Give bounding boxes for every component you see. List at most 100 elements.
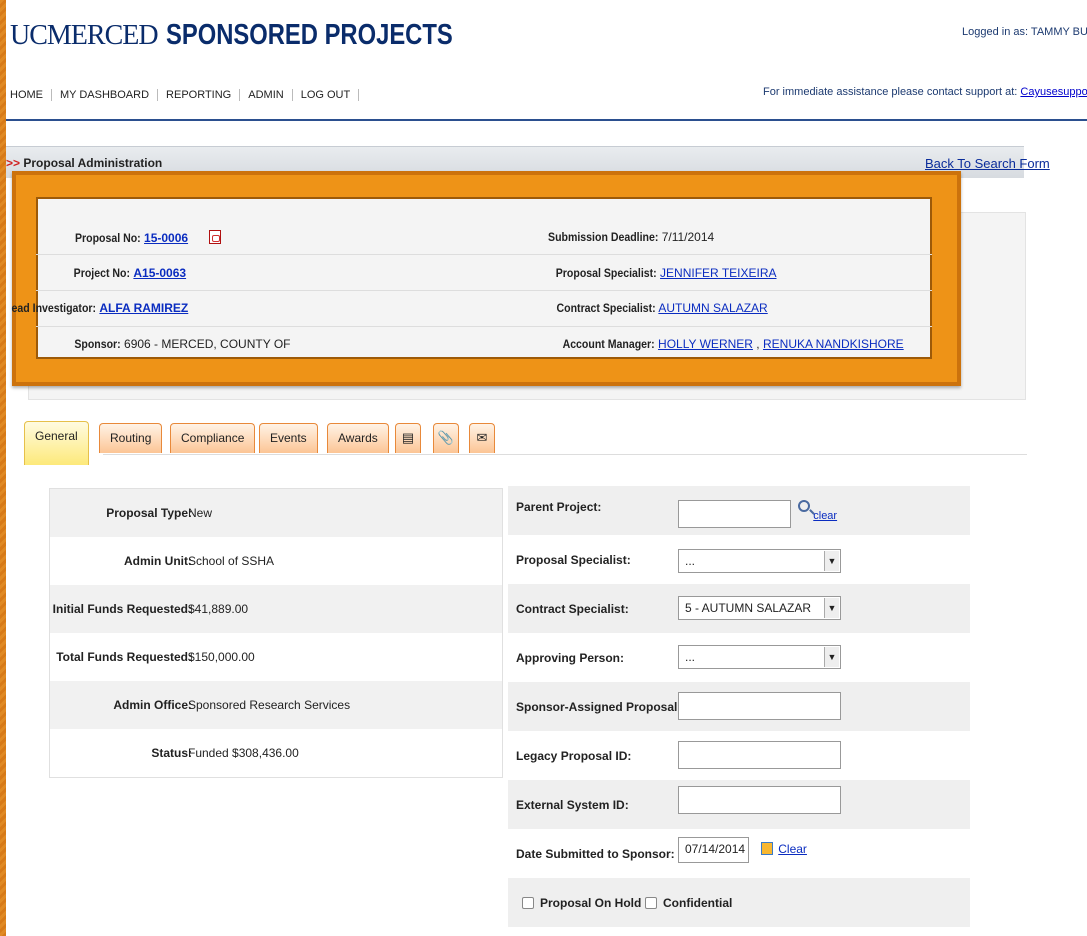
nav-reporting[interactable]: REPORTING (158, 89, 241, 101)
date-submitted-input[interactable]: 07/14/2014 (678, 837, 749, 863)
sponsor-assigned-label: Sponsor-Assigned Proposal No: (516, 700, 701, 714)
info-label: Initial Funds Requested: (52, 602, 192, 616)
contract-specialist-link[interactable]: AUTUMN SALAZAR (658, 301, 767, 315)
header-divider (6, 119, 1087, 121)
deadline-field: Submission Deadline: 7/11/2014 (533, 230, 714, 244)
sponsor-value: 6906 - MERCED, COUNTY OF (124, 337, 291, 351)
form-row: Proposal Specialist: ... ▼ (508, 535, 970, 584)
sponsor-assigned-cell (678, 692, 841, 720)
support-text: For immediate assistance please contact … (763, 86, 1018, 98)
info-label: Proposal Type: (106, 506, 192, 520)
form-row: External System ID: (508, 780, 970, 829)
project-no-link[interactable]: A15-0063 (133, 266, 186, 280)
chevron-right-icon: >> (6, 156, 21, 170)
external-id-input[interactable] (678, 786, 841, 814)
select-value: 5 - AUTUMN SALAZAR (685, 601, 812, 615)
confidential-label: Confidential (663, 896, 733, 910)
account-manager-field: Account Manager: HOLLY WERNER , RENUKA N… (550, 337, 904, 351)
sponsor-label: Sponsor: (74, 337, 121, 351)
proposal-no-label: Proposal No: (74, 231, 141, 245)
form-row: Proposal On Hold Confidential (508, 878, 970, 927)
form-row: Legacy Proposal ID: (508, 731, 970, 780)
info-row: Total Funds Requested: $150,000.00 (50, 633, 502, 681)
proposal-specialist-cell: ... ▼ (678, 549, 841, 573)
form-row: Approving Person: ... ▼ (508, 633, 970, 682)
proposal-no-link[interactable]: 15-0006 (144, 231, 188, 245)
paperclip-icon[interactable]: 📎 (433, 423, 459, 453)
tab-awards[interactable]: Awards (327, 423, 389, 453)
envelope-icon[interactable]: ✉ (469, 423, 495, 453)
info-value: $41,889.00 (188, 602, 249, 616)
account-manager-link-1[interactable]: HOLLY WERNER (658, 337, 753, 351)
form-row (508, 927, 970, 936)
section-title-text: Proposal Administration (23, 156, 163, 170)
info-row: Admin Office: Sponsored Research Service… (50, 681, 502, 729)
chevron-down-icon: ▼ (824, 598, 839, 618)
contract-specialist-select[interactable]: 5 - AUTUMN SALAZAR ▼ (678, 596, 841, 620)
proposal-specialist-link[interactable]: JENNIFER TEIXEIRA (660, 266, 776, 280)
on-hold-checkbox[interactable] (522, 897, 534, 909)
pdf-icon[interactable] (209, 230, 222, 244)
tab-events[interactable]: Events (259, 423, 318, 453)
info-label: Admin Office: (113, 698, 192, 712)
account-manager-link-2[interactable]: RENUKA NANDKISHORE (763, 337, 904, 351)
project-no-label: Project No: (73, 266, 131, 280)
approving-person-select[interactable]: ... ▼ (678, 645, 841, 669)
parent-project-clear-link[interactable]: clear (813, 510, 837, 522)
proposal-specialist-select[interactable]: ... ▼ (678, 549, 841, 573)
form-row: Contract Specialist: 5 - AUTUMN SALAZAR ▼ (508, 584, 970, 633)
deadline-label: Submission Deadline: (548, 230, 659, 244)
parent-project-input[interactable] (678, 500, 791, 528)
date-clear-link[interactable]: Clear (778, 842, 807, 856)
contract-specialist-label: Contract Specialist: (556, 301, 656, 315)
nav-admin[interactable]: ADMIN (240, 89, 293, 101)
nav-home[interactable]: HOME (10, 89, 52, 101)
info-label: Status: (151, 746, 192, 760)
support-email-link[interactable]: Cayusesupport@ucmerced. (1020, 86, 1087, 98)
chevron-down-icon: ▼ (824, 551, 839, 571)
sponsor-field: Sponsor: 6906 - MERCED, COUNTY OF (68, 337, 291, 351)
confidential-option[interactable]: Confidential (645, 896, 732, 910)
select-value: ... (685, 554, 696, 568)
proposal-specialist-select-label: Proposal Specialist: (516, 553, 631, 567)
app-logo[interactable]: UCMERCED SPONSORED PROJECTS (10, 16, 516, 52)
nav-dashboard[interactable]: MY DASHBOARD (52, 89, 159, 101)
info-value: Sponsored Research Services (188, 698, 351, 712)
search-icon[interactable] (797, 500, 810, 512)
contract-specialist-select-label: Contract Specialist: (516, 602, 629, 616)
tab-routing[interactable]: Routing (99, 423, 163, 453)
legacy-id-input[interactable] (678, 741, 841, 769)
page: UCMERCED SPONSORED PROJECTS Logged in as… (6, 0, 1087, 936)
proposal-no-field: Proposal No: 15-0006 (66, 230, 222, 245)
section-title: >> Proposal Administration (6, 156, 162, 170)
legacy-id-label: Legacy Proposal ID: (516, 749, 632, 763)
info-row: Status: Funded $308,436.00 (50, 729, 502, 777)
info-label: Total Funds Requested: (56, 650, 192, 664)
back-to-search-link[interactable]: Back To Search Form (925, 156, 1050, 171)
info-row: Proposal Type: New (50, 489, 502, 537)
account-manager-separator: , (756, 337, 760, 351)
proposal-specialist-label: Proposal Specialist: (555, 266, 657, 280)
chevron-down-icon: ▼ (824, 647, 839, 667)
contract-specialist-cell: 5 - AUTUMN SALAZAR ▼ (678, 596, 841, 620)
logo-title: SPONSORED PROJECTS (166, 19, 453, 51)
lead-investigator-link[interactable]: ALFA RAMIREZ (99, 301, 188, 315)
confidential-checkbox[interactable] (645, 897, 657, 909)
form-row: Parent Project: clear (508, 486, 970, 535)
calendar-icon[interactable] (760, 842, 773, 855)
info-value: Funded $308,436.00 (188, 746, 299, 760)
info-value: School of SSHA (188, 554, 275, 568)
support-notice: For immediate assistance please contact … (763, 86, 1087, 98)
tab-general[interactable]: General (24, 421, 89, 465)
date-submitted-cell: 07/14/2014 Clear (678, 837, 807, 863)
lead-investigator-field: ead Investigator: ALFA RAMIREZ (6, 301, 189, 315)
tab-compliance[interactable]: Compliance (170, 423, 256, 453)
summary-divider (36, 326, 932, 327)
on-hold-option[interactable]: Proposal On Hold (522, 896, 641, 910)
on-hold-label: Proposal On Hold (540, 896, 642, 910)
nav-logout[interactable]: LOG OUT (293, 89, 360, 101)
info-row: Initial Funds Requested: $41,889.00 (50, 585, 502, 633)
logged-in-text: Logged in as: TAMMY BURGES (962, 26, 1087, 38)
sponsor-assigned-input[interactable] (678, 692, 841, 720)
document-icon[interactable]: ▤ (395, 423, 421, 453)
